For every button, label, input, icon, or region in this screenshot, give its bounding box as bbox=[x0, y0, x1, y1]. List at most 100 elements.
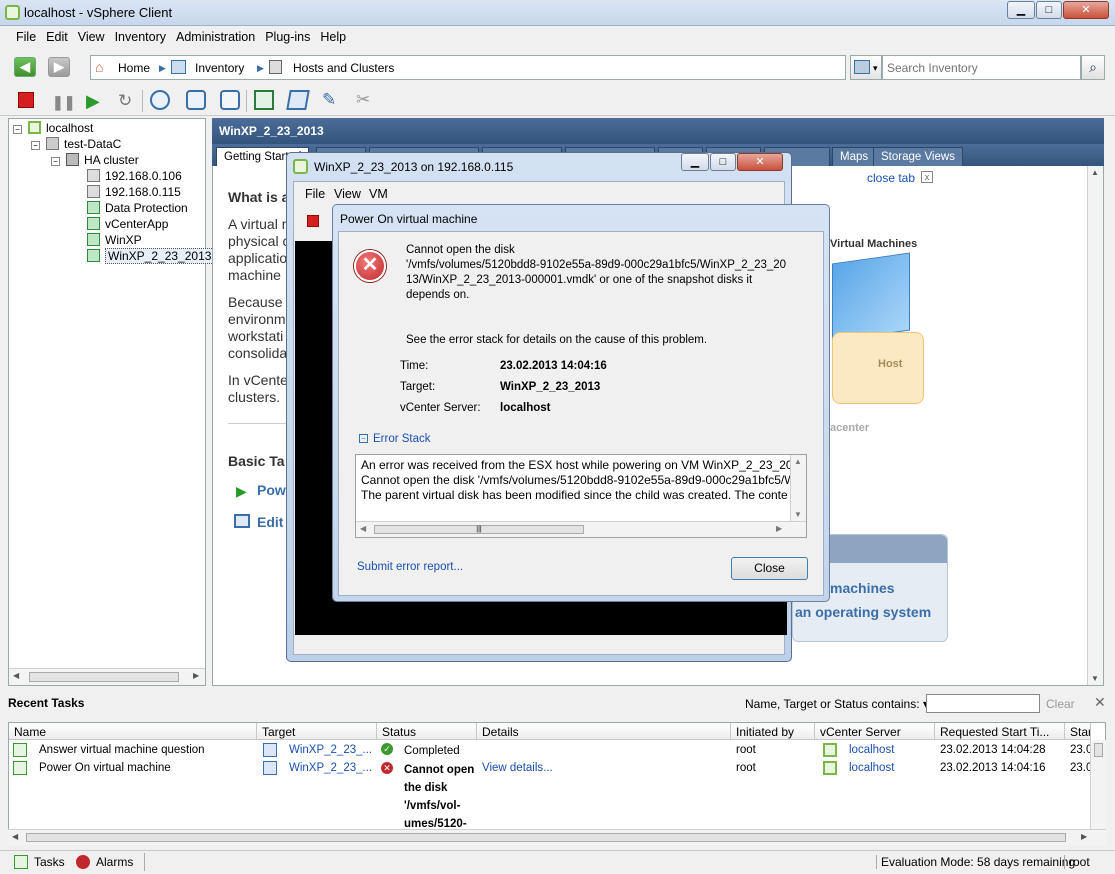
error-stack-toggle[interactable]: − bbox=[359, 434, 368, 443]
edit-settings-icon[interactable] bbox=[286, 90, 310, 110]
error-stack-label[interactable]: Error Stack bbox=[373, 433, 431, 445]
target-value: WinXP_2_23_2013 bbox=[500, 381, 601, 393]
revert-snapshot-icon[interactable] bbox=[186, 90, 206, 110]
breadcrumb-home[interactable]: Home bbox=[118, 61, 150, 75]
breadcrumb-hosts-clusters[interactable]: Hosts and Clusters bbox=[293, 61, 394, 75]
filter-input[interactable] bbox=[926, 694, 1040, 713]
menu-administration[interactable]: Administration bbox=[170, 26, 259, 44]
cluster-icon bbox=[66, 153, 79, 166]
maximize-button[interactable]: □ bbox=[1036, 1, 1062, 19]
target-vm-icon bbox=[263, 743, 277, 757]
col-vcenter-server[interactable]: vCenter Server bbox=[815, 723, 935, 740]
content-vscrollbar[interactable]: ▲ ▼ bbox=[1087, 166, 1103, 685]
filter-label[interactable]: Name, Target or Status contains: ▾ bbox=[745, 697, 929, 711]
console-vm-icon bbox=[293, 159, 308, 174]
forward-button[interactable]: ▶ bbox=[48, 57, 70, 77]
tasks-status-button[interactable]: Tasks bbox=[34, 855, 65, 869]
stack-hscrollbar[interactable]: ◀ ||| ▶ bbox=[356, 521, 806, 537]
menu-bar: File Edit View Inventory Administration Plug-… bbox=[0, 26, 1115, 50]
tree-hscrollbar[interactable]: ◀ ▶ bbox=[9, 668, 205, 685]
tree-node-host-106[interactable]: 192.168.0.106 bbox=[87, 169, 182, 183]
breadcrumb-inventory[interactable]: Inventory bbox=[195, 61, 244, 75]
stop-icon[interactable] bbox=[18, 92, 34, 108]
collapse-icon[interactable]: − bbox=[13, 125, 22, 134]
completed-icon: ✓ bbox=[381, 743, 393, 755]
tree-node-data-protection[interactable]: Data Protection bbox=[87, 201, 188, 215]
app-icon bbox=[5, 5, 20, 20]
back-button[interactable]: ◀ bbox=[14, 57, 36, 77]
tab-storage-views[interactable]: Storage Views bbox=[873, 147, 963, 166]
tree-node-cluster[interactable]: − HA cluster bbox=[51, 153, 139, 167]
search-input[interactable] bbox=[882, 55, 1081, 80]
console-maximize-button[interactable]: □ bbox=[710, 153, 736, 171]
diagram-host-label: Host bbox=[878, 358, 903, 370]
col-initiated-by[interactable]: Initiated by bbox=[731, 723, 815, 740]
task-ok-icon bbox=[13, 743, 27, 757]
console-close-button[interactable]: ✕ bbox=[737, 153, 783, 171]
menu-edit[interactable]: Edit bbox=[40, 26, 72, 44]
tasks-hscrollbar[interactable]: ◀ ▶ bbox=[8, 829, 1106, 845]
error-icon: ✕ bbox=[354, 250, 386, 282]
col-details[interactable]: Details bbox=[477, 723, 731, 740]
console-menu-view[interactable]: View bbox=[334, 187, 361, 201]
tree-node-datacenter[interactable]: − test-DataC bbox=[31, 137, 121, 151]
task-server-link[interactable]: localhost bbox=[849, 762, 894, 774]
vm-icon bbox=[87, 217, 100, 230]
collapse-icon[interactable]: − bbox=[31, 141, 40, 150]
task-status-line-3: '/vmfs/vol- bbox=[404, 800, 461, 812]
close-button[interactable]: Close bbox=[731, 557, 808, 580]
clone-icon[interactable]: ✂ bbox=[356, 90, 376, 110]
col-requested-start[interactable]: Requested Start Ti... bbox=[935, 723, 1065, 740]
menu-view[interactable]: View bbox=[72, 26, 109, 44]
stack-vscrollbar[interactable]: ▲ ▼ bbox=[790, 455, 806, 521]
alarms-status-button[interactable]: Alarms bbox=[96, 855, 133, 869]
table-row[interactable]: Power On virtual machine WinXP_2_23_... … bbox=[9, 760, 1092, 830]
col-target[interactable]: Target bbox=[257, 723, 377, 740]
close-tab-icon[interactable]: x bbox=[921, 171, 933, 183]
console-minimize-button[interactable]: ▁ bbox=[681, 153, 709, 171]
migrate-icon[interactable]: ✎ bbox=[322, 90, 342, 110]
reset-icon[interactable]: ↻ bbox=[118, 91, 138, 111]
tree-node-host-115[interactable]: 192.168.0.115 bbox=[87, 185, 181, 199]
task-name: Power On virtual machine bbox=[39, 762, 171, 774]
submit-error-report-link[interactable]: Submit error report... bbox=[357, 561, 463, 573]
search-button[interactable]: ⌕ bbox=[1081, 55, 1105, 80]
console-menu-file[interactable]: File bbox=[305, 187, 325, 201]
menu-file[interactable]: File bbox=[0, 26, 40, 44]
tasks-vscrollbar[interactable] bbox=[1090, 740, 1106, 829]
minimize-button[interactable]: ▁ bbox=[1007, 1, 1035, 19]
close-panel-icon[interactable]: ✕ bbox=[1094, 694, 1106, 711]
snapshot-icon[interactable] bbox=[150, 90, 170, 110]
see-stack-text: See the error stack for details on the c… bbox=[406, 334, 708, 346]
pause-icon[interactable]: ❚❚ bbox=[52, 94, 75, 114]
console-icon[interactable] bbox=[254, 90, 274, 110]
task-target-link[interactable]: WinXP_2_23_... bbox=[289, 762, 372, 774]
error-stack-box[interactable]: An error was received from the ESX host … bbox=[355, 454, 807, 538]
server-value: localhost bbox=[500, 402, 551, 414]
host-icon bbox=[87, 169, 100, 182]
task-target-link[interactable]: WinXP_2_23_... bbox=[289, 744, 372, 756]
menu-help[interactable]: Help bbox=[314, 26, 350, 44]
view-details-link[interactable]: View details... bbox=[482, 762, 553, 774]
tree-node-localhost[interactable]: − localhost bbox=[13, 121, 93, 135]
close-tab-link[interactable]: close tab bbox=[867, 171, 915, 185]
play-icon[interactable]: ▶ bbox=[86, 91, 106, 111]
console-menu-vm[interactable]: VM bbox=[369, 187, 388, 201]
table-row[interactable]: Answer virtual machine question WinXP_2_… bbox=[9, 742, 1092, 760]
menu-plugins[interactable]: Plug-ins bbox=[259, 26, 314, 44]
menu-inventory[interactable]: Inventory bbox=[109, 26, 170, 44]
console-stop-icon[interactable] bbox=[307, 215, 319, 227]
close-window-button[interactable]: ✕ bbox=[1063, 1, 1109, 19]
collapse-icon[interactable]: − bbox=[51, 157, 60, 166]
col-name[interactable]: Name bbox=[9, 723, 257, 740]
edit-settings-task-link[interactable]: Edit bbox=[257, 514, 283, 530]
col-start[interactable]: Star bbox=[1065, 723, 1091, 740]
task-server-link[interactable]: localhost bbox=[849, 744, 894, 756]
tree-node-vcenterapp[interactable]: vCenterApp bbox=[87, 217, 168, 231]
tree-node-winxp-2-23-2013[interactable]: WinXP_2_23_2013 bbox=[87, 248, 215, 264]
col-status[interactable]: Status bbox=[377, 723, 477, 740]
tree-node-winxp[interactable]: WinXP bbox=[87, 233, 142, 247]
snapshot-manager-icon[interactable] bbox=[220, 90, 240, 110]
tab-maps[interactable]: Maps bbox=[832, 147, 877, 166]
clear-button[interactable]: Clear bbox=[1046, 697, 1075, 711]
